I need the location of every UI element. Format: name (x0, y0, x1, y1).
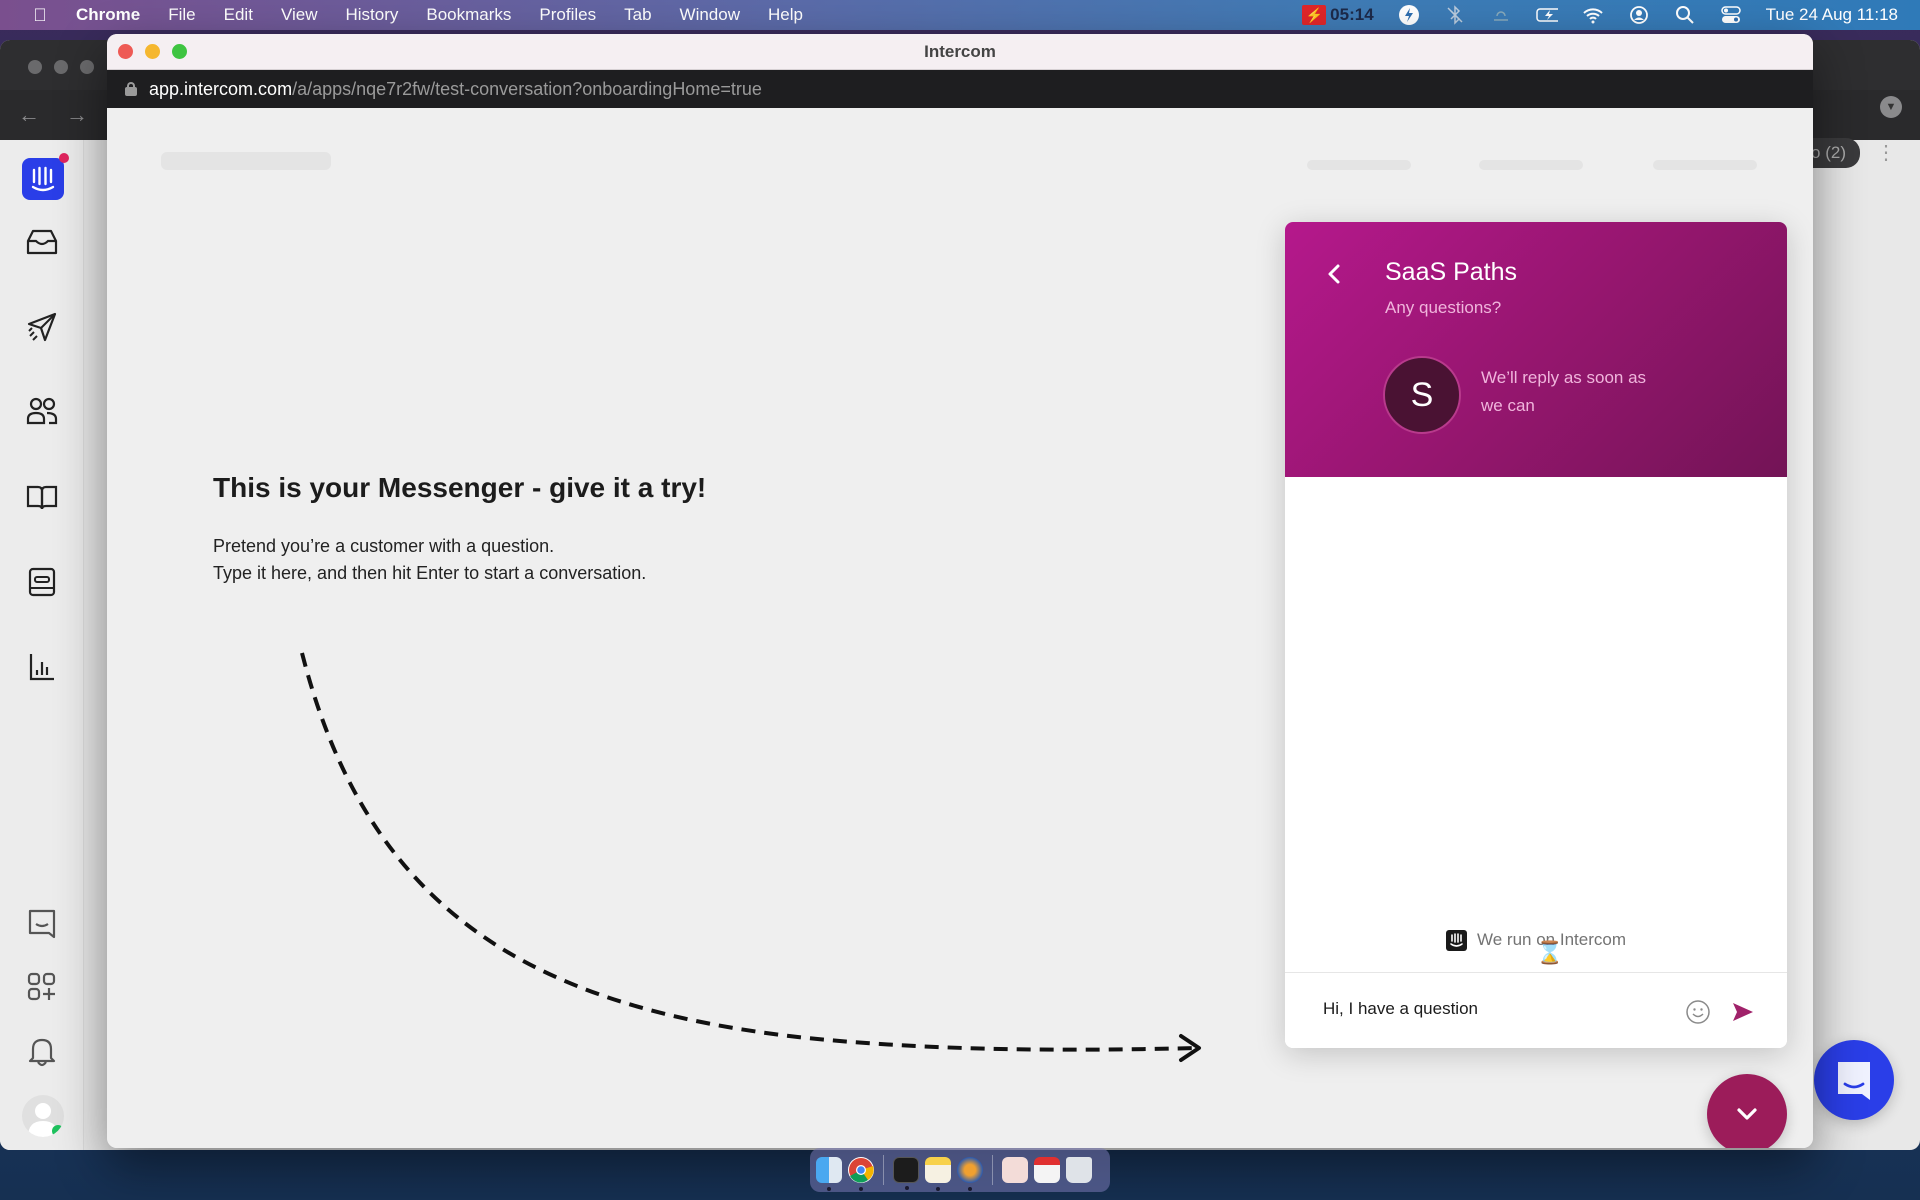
menu-profiles[interactable]: Profiles (539, 5, 596, 25)
menu-help[interactable]: Help (768, 5, 803, 25)
back-chevron-icon[interactable] (1321, 260, 1349, 288)
bluetooth-icon[interactable] (1444, 4, 1466, 26)
brightness-icon[interactable] (1490, 4, 1512, 26)
message-input[interactable] (1323, 995, 1663, 1023)
apple-menu-icon[interactable]:  (30, 5, 50, 26)
intercom-mini-logo-icon (1446, 929, 1467, 951)
flash-icon[interactable] (1398, 4, 1420, 26)
user-icon[interactable] (1628, 4, 1650, 26)
lock-icon[interactable] (125, 82, 137, 96)
page-content: This is your Messenger - give it a try! … (107, 108, 1813, 1148)
messenger-chat-icon[interactable] (24, 906, 60, 942)
recording-icon: ⚡ (1302, 5, 1327, 25)
dock-screenshot[interactable] (1034, 1157, 1060, 1183)
online-status-dot (52, 1125, 64, 1137)
browser-menu-icon[interactable]: ⋮ (1876, 140, 1896, 165)
reports-icon[interactable] (24, 649, 60, 685)
chevron-down-icon (1737, 1108, 1757, 1120)
window-title: Intercom (924, 42, 996, 61)
menu-view[interactable]: View (281, 5, 318, 25)
notifications-icon[interactable] (24, 1033, 60, 1069)
browser-window: Intercom app.intercom.com/a/apps/nqe7r2f… (107, 34, 1813, 1148)
dock (810, 1148, 1110, 1192)
chat-bubble-icon (1838, 1062, 1870, 1100)
team-name: SaaS Paths (1385, 258, 1518, 286)
reply-time-text: We’ll reply as soon as we can (1481, 368, 1647, 415)
menu-window[interactable]: Window (680, 5, 740, 25)
intercom-logo[interactable] (22, 153, 69, 200)
title-bar: Intercom (107, 34, 1813, 70)
message-composer (1285, 972, 1787, 1048)
app-store-icon[interactable] (24, 969, 60, 1005)
intercom-logo-icon (31, 166, 55, 192)
battery-charging-icon[interactable] (1535, 4, 1558, 26)
menu-edit[interactable]: Edit (224, 5, 253, 25)
background-nav-buttons: ← → (18, 102, 88, 128)
conversation-area (1285, 477, 1787, 957)
back-arrow-icon[interactable]: ← (18, 102, 40, 128)
url-path: /a/apps/nqe7r2fw/test-conversation?onboa… (292, 78, 762, 99)
app-sidebar (0, 140, 84, 1150)
dock-finder[interactable] (816, 1157, 842, 1191)
dock-document-preview[interactable] (1002, 1157, 1028, 1183)
dock-chrome[interactable] (848, 1157, 874, 1191)
team-subtitle: Any questions? (1385, 298, 1502, 317)
url-text[interactable]: app.intercom.com/a/apps/nqe7r2fw/test-co… (149, 79, 762, 100)
url-host: app.intercom.com (149, 78, 293, 99)
search-icon[interactable] (1674, 4, 1696, 26)
wifi-icon[interactable] (1582, 4, 1604, 26)
outbound-icon[interactable] (24, 309, 60, 345)
messenger-widget: SaaS Paths Any questions? S We’ll reply … (1285, 222, 1787, 1048)
address-bar[interactable]: app.intercom.com/a/apps/nqe7r2fw/test-co… (107, 70, 1813, 108)
articles-icon[interactable] (24, 479, 60, 515)
dock-trash[interactable] (1066, 1157, 1092, 1183)
dock-reeder[interactable] (957, 1157, 983, 1191)
intercom-launcher-button[interactable] (1814, 1040, 1894, 1120)
inbox-icon[interactable] (24, 224, 60, 260)
text-cursor-icon: ⌛ (1536, 940, 1564, 965)
recording-timer: 05:14 (1330, 5, 1374, 24)
menu-app-name[interactable]: Chrome (76, 5, 140, 25)
menu-history[interactable]: History (345, 5, 398, 25)
control-center-icon[interactable] (1720, 4, 1742, 26)
recording-indicator[interactable]: ⚡ 05:14 (1302, 5, 1374, 25)
menu-file[interactable]: File (168, 5, 195, 25)
team-avatar: S (1383, 356, 1461, 434)
send-icon[interactable] (1731, 1000, 1755, 1024)
menu-tab[interactable]: Tab (624, 5, 651, 25)
menubar:  Chrome File Edit View History Bookmark… (0, 0, 1920, 30)
messenger-header: SaaS Paths Any questions? S We’ll reply … (1285, 222, 1787, 477)
dock-terminal[interactable] (893, 1157, 919, 1190)
dock-notes[interactable] (925, 1157, 951, 1191)
forward-arrow-icon[interactable]: → (66, 102, 88, 128)
emoji-icon[interactable] (1685, 999, 1711, 1025)
contacts-icon[interactable] (24, 394, 60, 430)
background-window-controls[interactable] (28, 60, 94, 74)
user-avatar[interactable] (22, 1095, 64, 1137)
messenger-settings-icon[interactable] (24, 564, 60, 600)
notification-dot (59, 153, 69, 163)
close-messenger-button[interactable] (1707, 1074, 1787, 1148)
clock[interactable]: Tue 24 Aug 11:18 (1766, 5, 1898, 25)
menu-bookmarks[interactable]: Bookmarks (426, 5, 511, 25)
status-area: ⚡ 05:14 Tue 24 Aug 11:18 (1302, 0, 1898, 30)
tab-search-dropdown-icon[interactable]: ▼ (1880, 96, 1902, 118)
